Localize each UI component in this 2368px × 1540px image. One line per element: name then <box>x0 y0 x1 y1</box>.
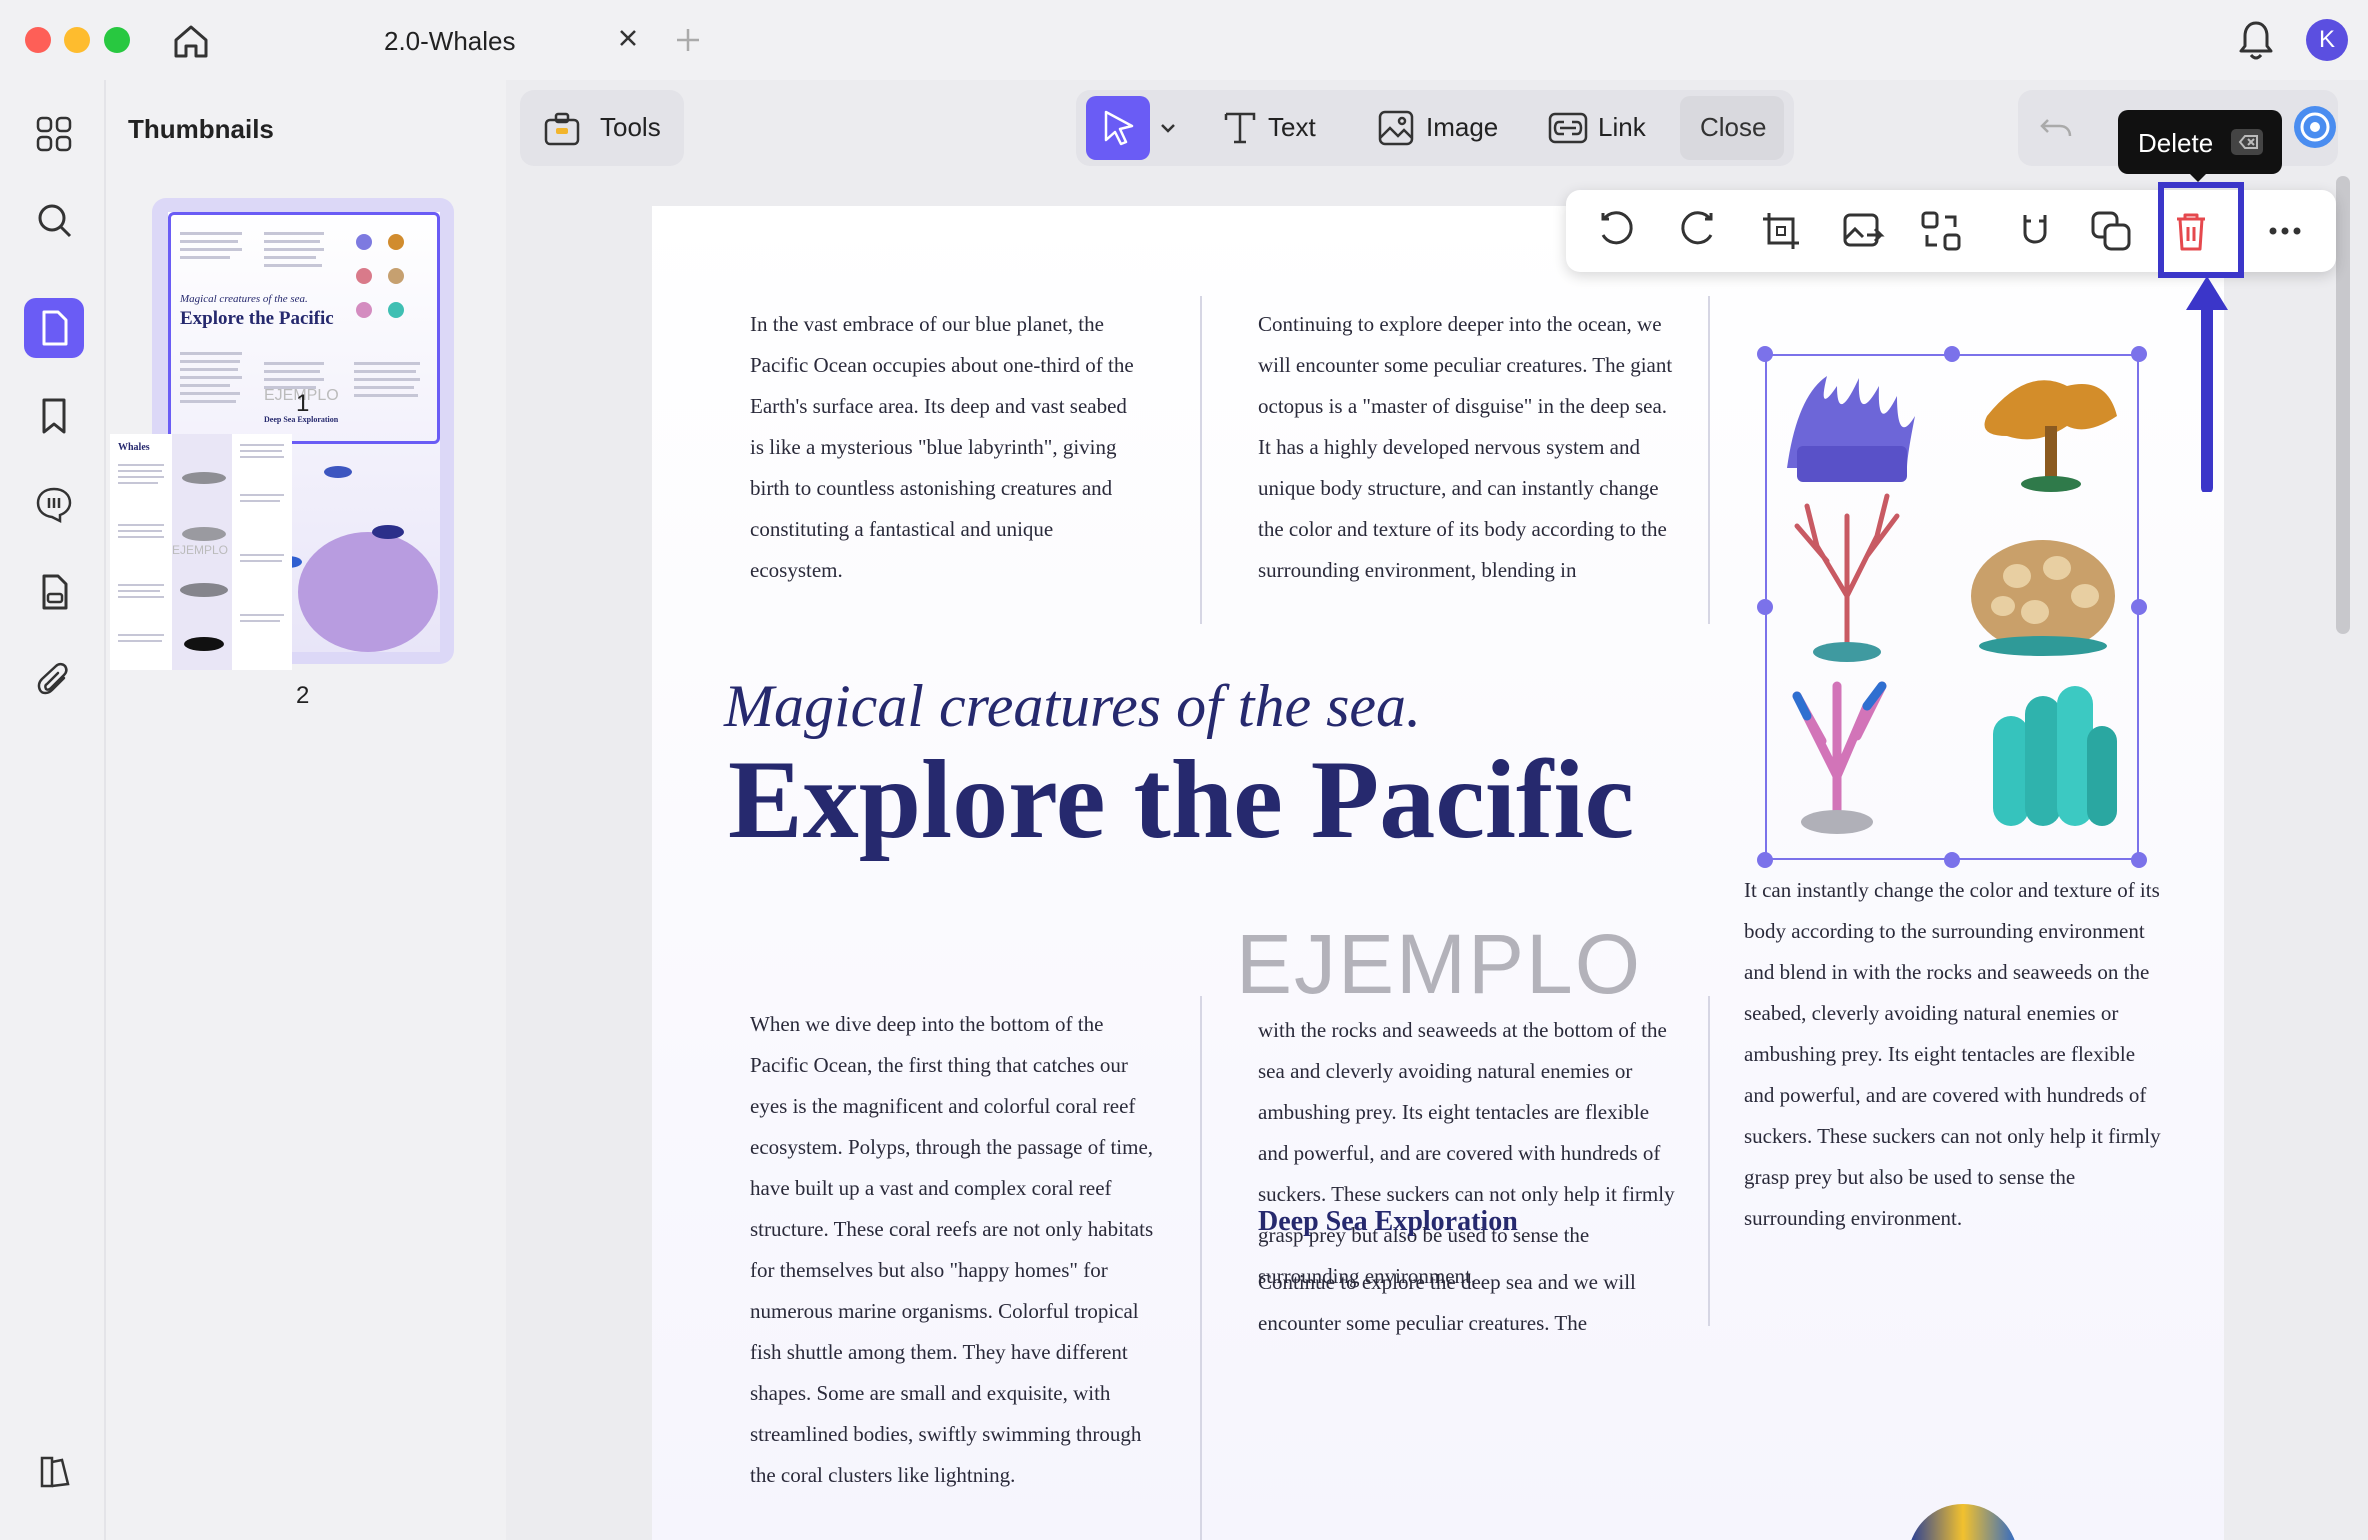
rotate-right-icon[interactable] <box>1672 206 1722 256</box>
title-bar: 2.0-Whales K <box>0 0 2368 80</box>
watermark-text: EJEMPLO <box>1236 917 1643 1011</box>
select-tool-button[interactable] <box>1086 96 1150 160</box>
delete-highlight-box <box>2158 182 2244 278</box>
edit-toolbar: Text Image Link Close <box>1076 90 1794 166</box>
link-tool-icon[interactable] <box>1546 108 1590 153</box>
tooltip-arrow <box>2188 172 2208 182</box>
close-edit-button[interactable]: Close <box>1680 96 1784 160</box>
flip-icon[interactable] <box>1916 206 1966 256</box>
tools-label: Tools <box>600 112 661 142</box>
close-edit-label: Close <box>1700 112 1767 142</box>
image-tool-label[interactable]: Image <box>1426 112 1498 143</box>
page-thumbnail-2[interactable]: Whales EJEMPLO <box>110 434 292 670</box>
pages-icon[interactable] <box>24 298 84 358</box>
column-divider <box>1200 996 1202 1540</box>
minimize-window-button[interactable] <box>64 27 90 53</box>
page-subtitle[interactable]: Magical creatures of the sea. <box>724 672 1421 741</box>
file-icon[interactable] <box>24 562 84 622</box>
paragraph-col2-bottom[interactable]: with the rocks and seaweeds at the botto… <box>1258 1010 1678 1297</box>
delete-tooltip: Delete <box>2118 110 2282 174</box>
resize-handle-sw[interactable] <box>1757 852 1773 868</box>
pink-coral <box>1792 681 1887 834</box>
column-divider <box>1708 296 1710 624</box>
grid-icon[interactable] <box>24 104 84 164</box>
resize-handle-e[interactable] <box>2131 599 2147 615</box>
bookmark-icon[interactable] <box>24 386 84 446</box>
delete-key-icon <box>2230 128 2264 161</box>
image-tool-icon[interactable] <box>1376 108 1416 153</box>
text-tool-icon[interactable] <box>1220 108 1260 153</box>
chevron-down-icon[interactable] <box>1158 118 1178 143</box>
paragraph-col3-mid[interactable]: It can instantly change the color and te… <box>1744 870 2164 1239</box>
anemone <box>1787 376 1915 482</box>
tab-close-icon[interactable] <box>614 24 642 52</box>
magnet-icon[interactable] <box>2010 206 2060 256</box>
bell-icon[interactable] <box>2236 18 2276 62</box>
thumb2-watermark: EJEMPLO <box>172 543 228 557</box>
resize-handle-s[interactable] <box>1944 852 1960 868</box>
section-heading[interactable]: Deep Sea Exploration <box>1258 1206 1518 1238</box>
paragraph-col1-top[interactable]: In the vast embrace of our blue planet, … <box>750 304 1146 591</box>
tooltip-label: Delete <box>2138 128 2214 158</box>
selected-image[interactable] <box>1765 354 2139 860</box>
duplicate-icon[interactable] <box>2086 206 2136 256</box>
paragraph-col2-top[interactable]: Continuing to explore deeper into the oc… <box>1258 304 1678 591</box>
replace-image-icon[interactable] <box>1838 206 1888 256</box>
paragraph-col2-last[interactable]: Continue to explore the deep sea and we … <box>1258 1262 1678 1344</box>
teal-coral <box>1993 686 2117 826</box>
comment-icon[interactable] <box>24 474 84 534</box>
coral-illustration <box>1787 376 2117 834</box>
left-rail <box>0 80 106 1540</box>
tab-title: 2.0-Whales <box>384 26 516 56</box>
more-options-icon[interactable] <box>2260 206 2310 256</box>
pdf-page: In the vast embrace of our blue planet, … <box>652 206 2224 1540</box>
paragraph-col1-bottom[interactable]: When we dive deep into the bottom of the… <box>750 1004 1162 1496</box>
thumbnails-panel: Thumbnails Magical creatures of the sea.… <box>106 80 506 1540</box>
search-icon[interactable] <box>24 190 84 250</box>
red-coral <box>1794 493 1900 662</box>
home-icon[interactable] <box>170 20 212 62</box>
document-area: Tools Text Image Link Close In the vast … <box>506 80 2368 1540</box>
theme-icon[interactable] <box>24 1442 84 1502</box>
thumb-page-number-1: 1 <box>296 390 310 417</box>
user-avatar[interactable]: K <box>2306 19 2348 61</box>
text-tool-label[interactable]: Text <box>1268 112 1316 143</box>
resize-handle-n[interactable] <box>1944 346 1960 362</box>
document-tab[interactable]: 2.0-Whales <box>242 12 660 70</box>
thumb2-title: Whales <box>118 442 150 453</box>
resize-handle-nw[interactable] <box>1757 346 1773 362</box>
column-divider <box>1200 296 1202 624</box>
page-headline[interactable]: Explore the Pacific <box>728 736 1634 865</box>
panel-title: Thumbnails <box>128 114 274 144</box>
column-divider <box>1708 996 1710 1326</box>
attachment-icon[interactable] <box>24 650 84 710</box>
ai-assistant-icon[interactable] <box>2292 104 2338 150</box>
brown-coral <box>1971 540 2115 656</box>
vertical-scrollbar[interactable] <box>2336 176 2350 634</box>
resize-handle-ne[interactable] <box>2131 346 2147 362</box>
undo-icon[interactable] <box>2038 110 2074 151</box>
app-window: 2.0-Whales K Thumbnails Magical creature… <box>0 0 2368 1540</box>
link-tool-label[interactable]: Link <box>1598 112 1646 143</box>
rotate-left-icon[interactable] <box>1592 206 1642 256</box>
resize-handle-w[interactable] <box>1757 599 1773 615</box>
toolbox-icon <box>542 108 582 153</box>
thumb-page-number-2: 2 <box>296 682 310 709</box>
fish-image[interactable] <box>1908 1504 2018 1540</box>
resize-handle-se[interactable] <box>2131 852 2147 868</box>
annotation-arrow-icon <box>2186 276 2228 492</box>
cursor-icon <box>1104 110 1134 146</box>
orange-coral <box>1984 380 2117 492</box>
tools-button[interactable]: Tools <box>520 90 684 166</box>
new-tab-icon[interactable] <box>672 24 704 56</box>
maximize-window-button[interactable] <box>104 27 130 53</box>
close-window-button[interactable] <box>25 27 51 53</box>
crop-icon[interactable] <box>1756 206 1806 256</box>
